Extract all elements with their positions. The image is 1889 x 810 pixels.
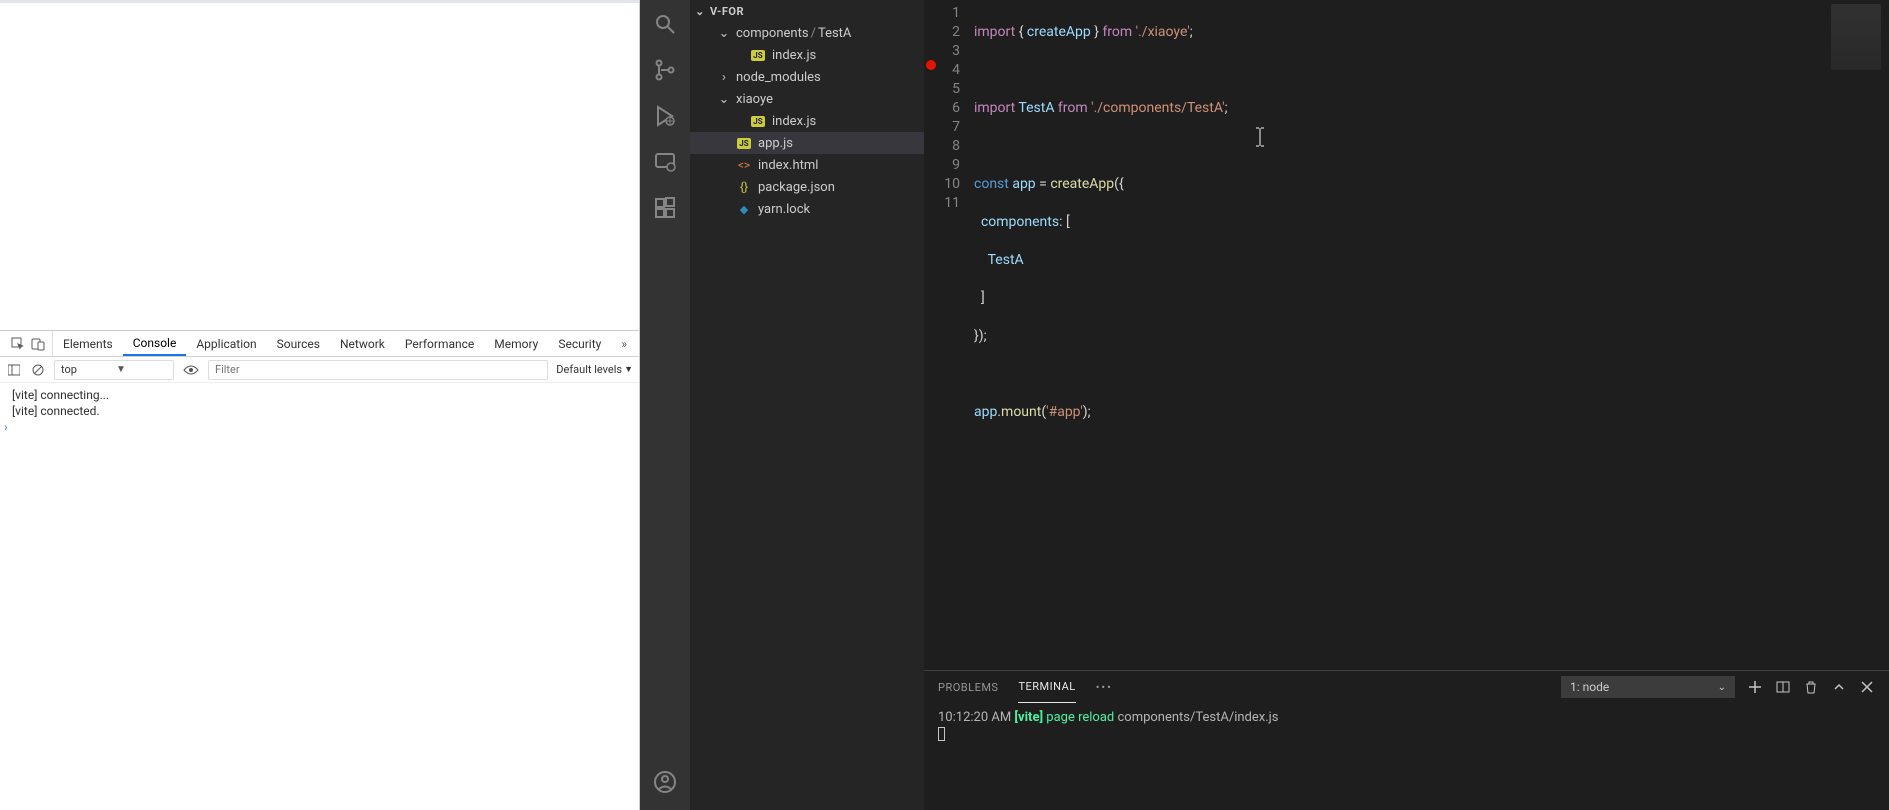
execution-context-selector[interactable]: top ▼ [54,360,174,380]
context-label: top [61,363,112,376]
text-cursor-icon [1254,127,1266,147]
tree-file-app-js[interactable]: JS app.js [690,132,924,154]
terminal-selector[interactable]: 1: node ⌄ [1561,676,1735,698]
panel-overflow-icon[interactable]: ••• [1096,671,1113,703]
code-content[interactable]: import { createApp } from './xiaoye'; im… [974,0,1889,670]
tree-file-package-json[interactable]: {} package.json [690,176,924,198]
chevron-down-icon: ⌄ [718,26,730,41]
chevron-down-icon: ⌄ [718,92,730,107]
tab-performance[interactable]: Performance [395,331,484,356]
new-terminal-icon[interactable] [1747,679,1763,695]
tab-application[interactable]: Application [186,331,266,356]
chevron-down-icon: ▼ [624,364,633,375]
tree-label: node_modules [736,70,924,85]
html-file-icon: <> [736,158,752,172]
maximize-panel-icon[interactable] [1831,679,1847,695]
console-output: [vite] connecting... [vite] connected. › [0,383,639,810]
live-expression-icon[interactable] [182,361,200,379]
tab-elements[interactable]: Elements [53,331,123,356]
minimap[interactable] [1831,4,1881,70]
source-control-icon[interactable] [649,54,681,86]
devtools: Elements Console Application Sources Net… [0,330,639,810]
tab-network[interactable]: Network [330,331,395,356]
tree-file-yarn-lock[interactable]: ◆ yarn.lock [690,198,924,220]
tab-problems[interactable]: PROBLEMS [938,671,998,703]
code-editor[interactable]: 1234567891011 import { createApp } from … [924,0,1889,670]
console-sidebar-toggle-icon[interactable] [6,362,22,378]
tree-label: yarn.lock [758,202,924,217]
accounts-icon[interactable] [649,766,681,798]
remote-explorer-icon[interactable] [649,146,681,178]
line-number-gutter: 1234567891011 [924,0,974,670]
tree-file-index-js[interactable]: JS index.js [690,110,924,132]
browser-window: Elements Console Application Sources Net… [0,0,640,810]
activity-bar [640,0,690,810]
extensions-icon[interactable] [649,192,681,224]
tabs-overflow-icon[interactable]: » [613,337,635,351]
search-icon[interactable] [649,8,681,40]
device-toolbar-icon[interactable] [30,336,46,352]
close-panel-icon[interactable] [1859,679,1875,695]
terminal-cursor [938,727,945,741]
chevron-down-icon: ⌄ [1718,682,1726,693]
terminal-selector-label: 1: node [1570,680,1609,694]
tree-folder-node-modules[interactable]: › node_modules [690,66,924,88]
explorer-sidebar: ⌄ V-FOR ⌄ components/TestA JS index.js ›… [690,0,924,810]
log-level-label: Default levels [556,363,622,376]
breakpoint-indicator[interactable] [926,60,936,70]
editor-area: 1234567891011 import { createApp } from … [924,0,1889,810]
clear-console-icon[interactable] [30,362,46,378]
console-line: [vite] connecting... [0,387,639,403]
console-filter-input[interactable] [208,360,548,380]
tree-folder-components[interactable]: ⌄ components/TestA [690,22,924,44]
tree-label: package.json [758,180,924,195]
json-file-icon: {} [736,180,752,194]
tree-label: app.js [758,136,924,151]
panel-tabstrip: PROBLEMS TERMINAL ••• 1: node ⌄ [924,671,1889,703]
root-folder-label: V-FOR [710,5,744,18]
inspect-element-icon[interactable] [10,336,26,352]
chevron-down-icon: ⌄ [694,5,706,18]
tab-sources[interactable]: Sources [267,331,330,356]
browser-viewport [0,0,639,330]
tree-label: index.html [758,158,924,173]
bottom-panel: PROBLEMS TERMINAL ••• 1: node ⌄ [924,670,1889,810]
terminal-line: 10:12:20 AM [vite] page reload component… [938,709,1875,727]
js-file-icon: JS [750,50,766,61]
file-tree: ⌄ components/TestA JS index.js › node_mo… [690,22,924,810]
console-line: [vite] connected. [0,403,639,419]
tree-label: components/TestA [736,26,924,41]
vscode-window: ⌄ V-FOR ⌄ components/TestA JS index.js ›… [640,0,1889,810]
tab-console[interactable]: Console [123,331,187,356]
run-debug-icon[interactable] [649,100,681,132]
js-file-icon: JS [750,116,766,127]
tab-terminal[interactable]: TERMINAL [1018,671,1075,703]
js-file-icon: JS [736,138,752,149]
kill-terminal-icon[interactable] [1803,679,1819,695]
tree-label: index.js [772,114,924,129]
tree-file-index-html[interactable]: <> index.html [690,154,924,176]
yarn-file-icon: ◆ [736,203,752,216]
tree-label: xiaoye [736,92,924,107]
explorer-root-header[interactable]: ⌄ V-FOR [690,0,924,22]
tab-memory[interactable]: Memory [484,331,548,356]
terminal-output[interactable]: 10:12:20 AM [vite] page reload component… [924,703,1889,810]
chevron-down-icon: ▼ [116,364,167,375]
log-level-dropdown[interactable]: Default levels ▼ [556,363,633,376]
chevron-right-icon: › [718,70,730,85]
console-toolbar: top ▼ Default levels ▼ [0,357,639,383]
tab-security[interactable]: Security [548,331,611,356]
console-prompt[interactable]: › [0,419,639,435]
tree-file-index-js[interactable]: JS index.js [690,44,924,66]
split-terminal-icon[interactable] [1775,679,1791,695]
tree-label: index.js [772,48,924,63]
tree-folder-xiaoye[interactable]: ⌄ xiaoye [690,88,924,110]
terminal-cursor-line [938,727,1875,747]
devtools-tabstrip: Elements Console Application Sources Net… [0,331,639,357]
